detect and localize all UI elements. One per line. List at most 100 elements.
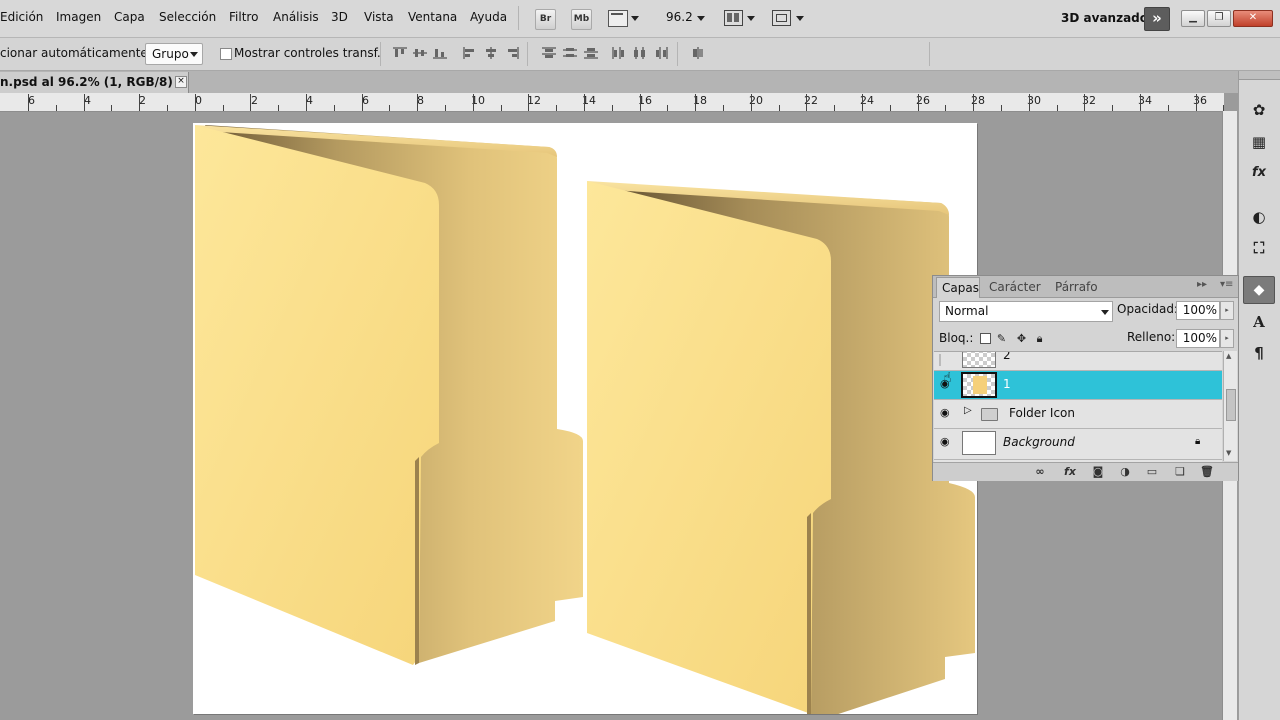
view-extras-icon[interactable] [608, 10, 628, 27]
document-close-button[interactable]: × [175, 76, 187, 88]
align-top-icon[interactable] [393, 47, 407, 59]
layer-group-row[interactable]: ◉ ▷ Folder Icon [934, 400, 1222, 429]
layer-row-selected[interactable]: ◉ 1 [934, 371, 1222, 400]
ruler-label: 2 [251, 94, 258, 107]
color-palette-icon[interactable]: ✿ [1250, 101, 1268, 119]
distribute-left-icon[interactable] [612, 47, 626, 59]
adjustments-icon[interactable]: ◐ [1250, 208, 1268, 226]
align-hcenter-icon[interactable] [484, 47, 498, 59]
opacity-stepper[interactable]: ▸ [1220, 301, 1234, 320]
folder-2-front [587, 181, 831, 714]
eye-icon[interactable]: ◉ [940, 407, 952, 418]
chevron-down-icon[interactable] [631, 16, 639, 21]
layer-row[interactable]: 2 [934, 352, 1222, 371]
distribute-top-icon[interactable] [542, 47, 556, 59]
menu-seleccion[interactable]: Selección [159, 10, 216, 24]
screen-mode-icon[interactable] [772, 10, 791, 26]
paragraph-icon[interactable]: ¶ [1250, 344, 1268, 362]
auto-align-icon[interactable] [691, 47, 705, 59]
new-layer-icon[interactable]: ❏ [1173, 465, 1187, 478]
zoom-level[interactable]: 96.2 [666, 10, 693, 24]
menu-ayuda[interactable]: Ayuda [470, 10, 507, 24]
menu-3d[interactable]: 3D [331, 10, 348, 24]
lock-move-icon[interactable]: ✥ [1016, 333, 1027, 344]
add-style-icon[interactable]: fx [1063, 465, 1077, 478]
layers-panel-button[interactable]: ◆ [1243, 276, 1275, 304]
expand-arrow-icon[interactable]: ▷ [964, 405, 972, 416]
menu-imagen[interactable]: Imagen [56, 10, 101, 24]
lock-label: Bloq.: [939, 331, 974, 345]
lock-all-icon[interactable]: 🔒︎ [1034, 333, 1045, 344]
show-transform-label[interactable]: Mostrar controles transf. [234, 46, 381, 60]
opacity-input[interactable]: 100% [1176, 301, 1220, 320]
tab-capas[interactable]: Capas [936, 277, 980, 298]
menu-filtro[interactable]: Filtro [229, 10, 258, 24]
ruler-tick [1001, 105, 1002, 111]
document-tab[interactable]: n.psd al 96.2% (1, RGB/8) * [0, 72, 189, 93]
ruler-tick [1167, 105, 1169, 111]
folder-icon [981, 408, 998, 421]
align-bottom-icon[interactable] [433, 47, 447, 59]
auto-select-dropdown[interactable]: Grupo [145, 43, 203, 65]
character-icon[interactable]: A [1250, 313, 1268, 331]
menu-vista[interactable]: Vista [364, 10, 394, 24]
new-adjustment-icon[interactable]: ◑ [1118, 465, 1132, 478]
menu-capa[interactable]: Capa [114, 10, 145, 24]
chevron-down-icon[interactable] [796, 16, 804, 21]
layer-row[interactable]: ◉ Background 🔒︎ [934, 429, 1222, 460]
visibility-toggle[interactable] [939, 354, 941, 366]
eye-icon[interactable]: ◉ [940, 436, 952, 447]
restore-button[interactable]: ❐ [1207, 10, 1231, 27]
align-right-icon[interactable] [505, 47, 519, 59]
scroll-down-icon[interactable]: ▼ [1226, 449, 1231, 457]
chevron-down-icon[interactable] [747, 16, 755, 21]
document-canvas[interactable] [193, 123, 977, 714]
tab-parrafo[interactable]: Párrafo [1055, 280, 1098, 294]
distribute-vcenter-icon[interactable] [563, 47, 577, 59]
workspace-more-button[interactable]: » [1144, 7, 1170, 31]
close-button[interactable]: ✕ [1233, 10, 1273, 27]
chevron-down-icon[interactable] [697, 16, 705, 21]
ruler-tick [139, 94, 141, 111]
collapse-panel-icon[interactable]: ▸▸ [1197, 279, 1207, 290]
align-vcenter-icon[interactable] [413, 47, 427, 59]
arrange-documents-icon[interactable] [724, 10, 743, 26]
add-mask-icon[interactable]: ◙ [1091, 465, 1105, 478]
panel-menu-icon[interactable]: ▾≡ [1220, 279, 1233, 290]
ruler-tick [389, 105, 391, 111]
lock-icon: 🔒︎ [1195, 436, 1201, 447]
distribute-bottom-icon[interactable] [584, 47, 598, 59]
align-left-icon[interactable] [463, 47, 477, 59]
lock-brush-icon[interactable]: ✎ [996, 333, 1007, 344]
bridge-button[interactable]: Br [535, 9, 556, 30]
swatches-icon[interactable]: ▦ [1250, 133, 1268, 151]
masks-icon[interactable]: ⛶ [1250, 239, 1268, 257]
minibridge-button[interactable]: Mb [571, 9, 592, 30]
scroll-up-icon[interactable]: ▲ [1226, 352, 1231, 360]
new-group-icon[interactable]: ▭ [1145, 465, 1159, 478]
blend-mode-dropdown[interactable]: Normal [939, 301, 1113, 322]
ruler-label: 0 [195, 94, 202, 107]
minimize-button[interactable]: ▁ [1181, 10, 1205, 27]
link-layers-icon[interactable]: ∞ [1033, 465, 1047, 478]
fill-stepper[interactable]: ▸ [1220, 329, 1234, 348]
ruler-tick [361, 94, 363, 111]
fill-input[interactable]: 100% [1176, 329, 1220, 348]
horizontal-ruler[interactable]: 6 4 2 0 2 4 6 8 10 12 14 16 18 20 22 24 … [0, 93, 1225, 112]
distribute-hcenter-icon[interactable] [633, 47, 647, 59]
show-transform-checkbox[interactable] [220, 48, 232, 60]
styles-fx-icon[interactable]: fx [1250, 164, 1268, 182]
layer-list: 2 ◉ 1 ◉ ▷ Folder Icon ◉ Background 🔒︎ [934, 351, 1222, 462]
menu-ventana[interactable]: Ventana [408, 10, 457, 24]
layer-list-scrollbar[interactable]: ▲ ▼ [1223, 351, 1237, 461]
delete-layer-icon[interactable]: 🗑︎ [1200, 465, 1214, 478]
scroll-thumb[interactable] [1226, 389, 1236, 421]
menu-analisis[interactable]: Análisis [273, 10, 319, 24]
tab-capas-label: Capas [942, 281, 979, 295]
tab-caracter[interactable]: Carácter [989, 280, 1041, 294]
distribute-right-icon[interactable] [654, 47, 668, 59]
menu-edicion[interactable]: Edición [0, 10, 43, 24]
workspace-label[interactable]: 3D avanzado [1061, 11, 1148, 25]
lock-transparency-icon[interactable] [980, 333, 991, 344]
layer-name: Folder Icon [1009, 406, 1075, 420]
